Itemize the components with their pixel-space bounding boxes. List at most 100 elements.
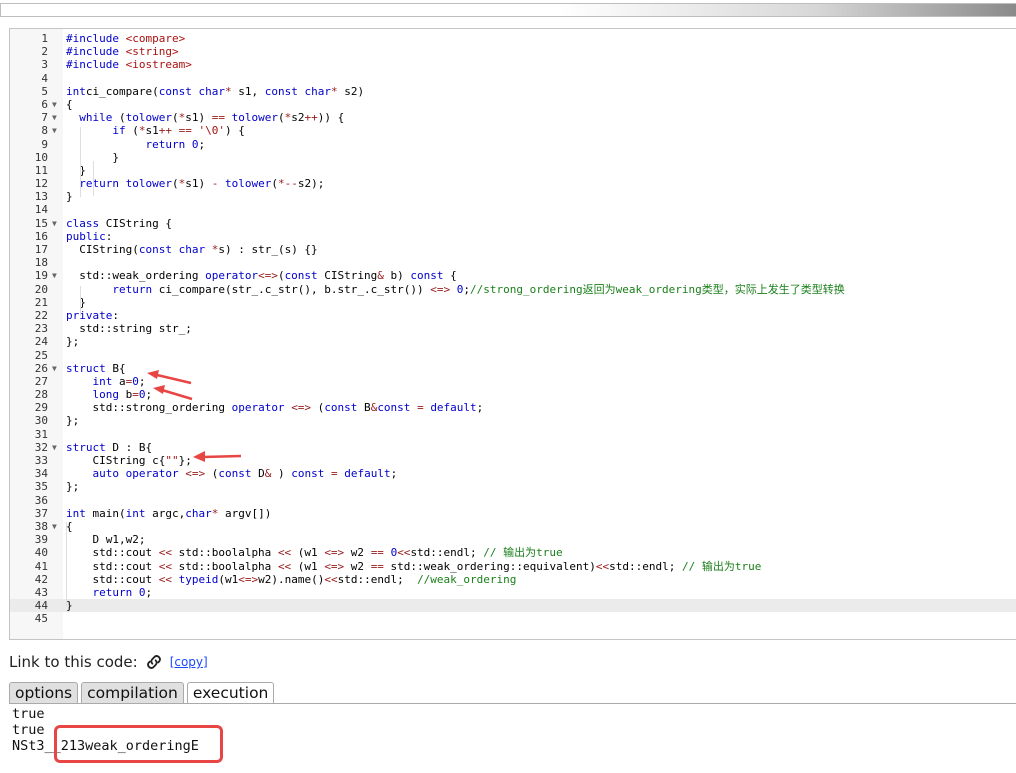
code-line[interactable]: 8 ▼ if (*s1++ == '\0') { bbox=[10, 124, 1016, 137]
code-token: B{ bbox=[105, 361, 126, 375]
code-line[interactable]: 2 #include <string> bbox=[10, 45, 1016, 58]
code-line[interactable]: 36 bbox=[10, 494, 1016, 507]
code-token: std::weak_ordering::equivalent) bbox=[383, 559, 596, 573]
line-number: 12 bbox=[34, 177, 48, 191]
code-text: #include <string> bbox=[66, 45, 179, 58]
code-line[interactable]: 17 CIString(const char *s) : str_(s) {} bbox=[10, 243, 1016, 256]
code-line[interactable]: 14 bbox=[10, 203, 1016, 216]
code-line[interactable]: 44} bbox=[10, 599, 1016, 613]
code-line[interactable]: 38 ▼{ bbox=[10, 520, 1016, 533]
code-line[interactable]: 6 ▼ { bbox=[10, 98, 1016, 111]
code-token: public bbox=[66, 229, 106, 243]
code-token: const bbox=[218, 467, 252, 481]
code-token: s1) bbox=[185, 177, 212, 191]
code-line[interactable]: 39 D w1,w2; bbox=[10, 533, 1016, 546]
code-line[interactable]: 33 CIString c{""}; bbox=[10, 454, 1016, 467]
code-line[interactable]: 1 #include <compare> bbox=[10, 32, 1016, 45]
code-text: }; bbox=[66, 480, 79, 493]
code-token: <compare> bbox=[125, 32, 186, 45]
code-line[interactable]: 34 auto operator <=> (const D& ) const =… bbox=[10, 467, 1016, 480]
code-line[interactable]: 10 } bbox=[10, 151, 1016, 164]
code-line[interactable]: 20 return ci_compare(str_.c_str(), b.str… bbox=[10, 283, 1016, 296]
line-number: 38 bbox=[34, 519, 48, 533]
code-text: { bbox=[66, 98, 73, 111]
fold-toggle-icon[interactable]: ▼ bbox=[52, 124, 57, 137]
line-number: 34 bbox=[34, 467, 48, 481]
code-line[interactable]: 22 private: bbox=[10, 309, 1016, 322]
code-text: CIString c{""}; bbox=[66, 454, 191, 467]
code-line[interactable]: 31 bbox=[10, 428, 1016, 441]
line-number: 6 bbox=[41, 97, 48, 111]
line-number: 25 bbox=[34, 348, 48, 362]
code-line[interactable]: 24}; bbox=[10, 335, 1016, 348]
code-line[interactable]: 29 std::strong_ordering operator <=> (co… bbox=[10, 401, 1016, 414]
copy-link[interactable]: [copy] bbox=[170, 655, 208, 669]
code-line[interactable]: 30}; bbox=[10, 414, 1016, 427]
code-line[interactable]: 16 public: bbox=[10, 230, 1016, 243]
code-token: tolower bbox=[231, 111, 278, 125]
code-line[interactable]: 7 ▼ while (tolower(*s1) == tolower(*s2++)… bbox=[10, 111, 1016, 124]
code-token: typeid bbox=[178, 572, 219, 586]
code-line[interactable]: 11 } bbox=[10, 164, 1016, 177]
code-line[interactable]: 19 ▼ std::weak_ordering operator<=>(const… bbox=[10, 269, 1016, 282]
code-line[interactable]: 42 std::cout << typeid(w1<=>w2).name()<<… bbox=[10, 573, 1016, 586]
code-line[interactable]: 13} bbox=[10, 190, 1016, 203]
code-token: <iostream> bbox=[125, 58, 192, 72]
code-line[interactable]: 25 bbox=[10, 349, 1016, 362]
code-line[interactable]: 15 ▼ class CIString { bbox=[10, 217, 1016, 230]
code-text: std::string str_; bbox=[66, 322, 192, 335]
code-token: B bbox=[357, 401, 371, 415]
code-line[interactable]: 5 intci_compare(const char* s1, const cha… bbox=[10, 85, 1016, 98]
code-editor[interactable]: 1 #include <compare> 2 #include <string> 3 #i… bbox=[9, 28, 1016, 640]
fold-toggle-icon[interactable]: ▼ bbox=[52, 111, 57, 124]
code-token: const bbox=[284, 269, 318, 283]
code-line[interactable]: 23 std::string str_; bbox=[10, 322, 1016, 335]
code-line[interactable]: 37 int main(int argc,char* argv[]) bbox=[10, 507, 1016, 520]
line-number: 4 bbox=[41, 71, 48, 85]
code-token: ( bbox=[112, 111, 126, 125]
code-line[interactable]: 43 return 0; bbox=[10, 586, 1016, 599]
code-line[interactable]: 18 bbox=[10, 256, 1016, 269]
code-text: return ci_compare(str_.c_str(), b.str_.c… bbox=[66, 283, 844, 296]
code-token: ) bbox=[271, 467, 292, 481]
fold-toggle-icon[interactable]: ▼ bbox=[52, 269, 57, 282]
top-scrollbar-track[interactable] bbox=[0, 3, 1016, 17]
code-token: << bbox=[158, 546, 172, 560]
fold-toggle-icon[interactable]: ▼ bbox=[52, 98, 57, 111]
fold-toggle-icon[interactable]: ▼ bbox=[52, 362, 57, 375]
fold-toggle-icon[interactable]: ▼ bbox=[52, 441, 57, 454]
code-token: * bbox=[330, 84, 338, 98]
code-token: std::strong_ordering bbox=[66, 401, 232, 415]
code-line[interactable]: 3 #include <iostream> bbox=[10, 58, 1016, 71]
tab-execution[interactable]: execution bbox=[186, 682, 275, 704]
tab-compilation[interactable]: compilation bbox=[81, 682, 184, 703]
fold-toggle-icon[interactable]: ▼ bbox=[52, 520, 57, 533]
code-token: <string> bbox=[125, 45, 179, 59]
tab-options[interactable]: options bbox=[9, 682, 79, 703]
link-icon[interactable] bbox=[144, 652, 164, 672]
code-token: main( bbox=[85, 506, 126, 520]
code-token: std::boolalpha bbox=[171, 546, 278, 560]
top-scrollbar[interactable] bbox=[0, 0, 1016, 20]
code-line[interactable]: 32 ▼ struct D : B{ bbox=[10, 441, 1016, 454]
code-line[interactable]: 12 return tolower(*s1) - tolower(*--s2); bbox=[10, 177, 1016, 190]
code-line[interactable]: 45 bbox=[10, 612, 1016, 625]
code-line[interactable]: 41 std::cout << std::boolalpha << (w1 <=… bbox=[10, 560, 1016, 573]
code-token: <=> bbox=[238, 572, 259, 586]
code-token: std::string str_; bbox=[66, 322, 192, 336]
code-token: ( bbox=[277, 111, 285, 125]
code-line[interactable]: 40 std::cout << std::boolalpha << (w1 <=… bbox=[10, 546, 1016, 559]
code-line[interactable]: 9 return 0; bbox=[10, 138, 1016, 151]
code-text: std::cout << typeid(w1<=>w2).name()<<std… bbox=[66, 573, 516, 586]
code-line[interactable]: 35}; bbox=[10, 480, 1016, 493]
code-lines[interactable]: 1 #include <compare> 2 #include <string> 3 #i… bbox=[10, 32, 1016, 625]
fold-toggle-icon[interactable]: ▼ bbox=[52, 217, 57, 230]
code-line[interactable]: 4 bbox=[10, 72, 1016, 85]
code-token: }; bbox=[66, 414, 80, 428]
code-token: } bbox=[66, 163, 86, 177]
code-line[interactable]: 21 } bbox=[10, 296, 1016, 309]
